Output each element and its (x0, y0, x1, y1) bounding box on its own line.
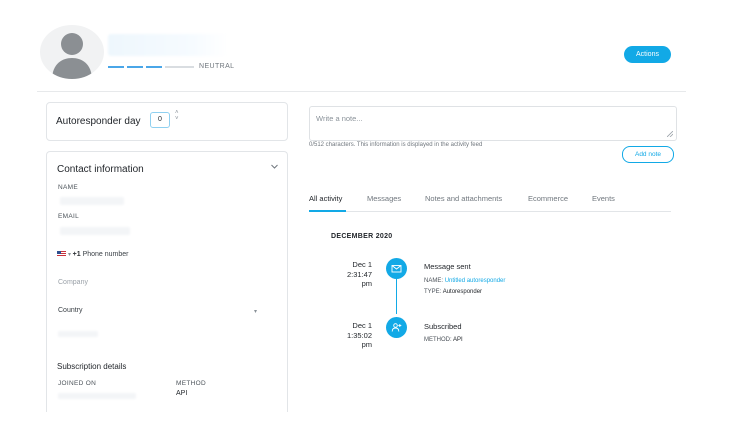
day-stepper[interactable]: ˄ ˅ (175, 110, 179, 122)
phone-country-code: +1 (72, 251, 81, 258)
tab-notes-and-attachments[interactable]: Notes and attachments (425, 194, 502, 203)
event-meta-key: NAME: (424, 278, 444, 284)
event-date: Dec 1 2:31:47 pm (328, 260, 372, 289)
event-meta-name: NAME: Untitled autoresponder (424, 278, 505, 284)
event-meta-value: API (453, 337, 463, 343)
phone-input[interactable]: Phone number (83, 251, 129, 258)
resize-handle-icon[interactable] (667, 131, 673, 137)
tab-messages[interactable]: Messages (367, 194, 401, 203)
note-help-text: 0/512 characters. This information is di… (309, 142, 483, 148)
contact-name-redacted (108, 34, 228, 56)
user-silhouette-icon (52, 33, 92, 79)
note-placeholder: Write a note... (316, 114, 363, 123)
subscription-details-title: Subscription details (57, 362, 127, 371)
tabs-divider (309, 211, 671, 212)
header-divider (37, 91, 686, 92)
event-title: Message sent (424, 262, 471, 271)
event-meta-value: Autoresponder (442, 289, 483, 295)
event-date-time: 1:35:02 (346, 330, 372, 340)
event-date-ampm: pm (361, 279, 372, 288)
joined-on-value-redacted (58, 393, 136, 399)
event-date-ampm: pm (361, 340, 372, 349)
phone-field[interactable]: ▾ +1 Phone number (57, 251, 129, 258)
country-dropdown-icon[interactable]: ▾ (254, 308, 257, 315)
sentiment-meter (108, 66, 194, 68)
user-plus-icon (386, 317, 407, 338)
stepper-down-icon[interactable]: ˅ (175, 116, 179, 122)
autoresponder-day-label: Autoresponder day (56, 116, 141, 127)
active-tab-indicator (309, 210, 346, 212)
method-value: API (176, 390, 188, 397)
activity-month-heading: DECEMBER 2020 (331, 233, 393, 240)
tab-ecommerce[interactable]: Ecommerce (528, 194, 568, 203)
add-note-button[interactable]: Add note (622, 146, 674, 163)
actions-button[interactable]: Actions (624, 46, 671, 63)
joined-on-label: JOINED ON (58, 380, 97, 387)
event-date-day: Dec 1 (352, 321, 372, 330)
autoresponder-day-input[interactable]: 0 (150, 112, 170, 128)
event-meta-key: METHOD: (424, 337, 452, 343)
envelope-icon (386, 258, 407, 279)
event-meta-method: METHOD: API (424, 337, 463, 343)
tab-events[interactable]: Events (592, 194, 615, 203)
event-meta-key: TYPE: (424, 289, 442, 295)
name-value-redacted[interactable] (60, 197, 124, 205)
us-flag-icon[interactable] (57, 251, 66, 258)
event-date: Dec 1 1:35:02 pm (328, 321, 372, 350)
email-value-redacted[interactable] (60, 227, 130, 235)
name-label: NAME (58, 184, 78, 191)
hidden-field-redacted (58, 331, 98, 337)
event-date-time: 2:31:47 (346, 269, 372, 279)
event-date-day: Dec 1 (352, 260, 372, 269)
company-input[interactable]: Company (58, 279, 88, 286)
autoresponder-link[interactable]: Untitled autoresponder (445, 278, 506, 284)
email-label: EMAIL (58, 213, 80, 220)
tab-all-activity[interactable]: All activity (309, 194, 342, 203)
contact-info-title: Contact information (57, 164, 144, 175)
sentiment-label: NEUTRAL (199, 63, 235, 70)
note-textarea[interactable] (309, 106, 677, 141)
timeline-connector (396, 279, 397, 314)
event-title: Subscribed (424, 322, 462, 331)
contact-avatar[interactable] (40, 25, 104, 79)
event-meta-type: TYPE: Autoresponder (424, 289, 482, 295)
collapse-chevron-icon[interactable] (270, 162, 279, 171)
country-select[interactable]: Country (58, 307, 83, 314)
method-label: METHOD (176, 380, 206, 387)
